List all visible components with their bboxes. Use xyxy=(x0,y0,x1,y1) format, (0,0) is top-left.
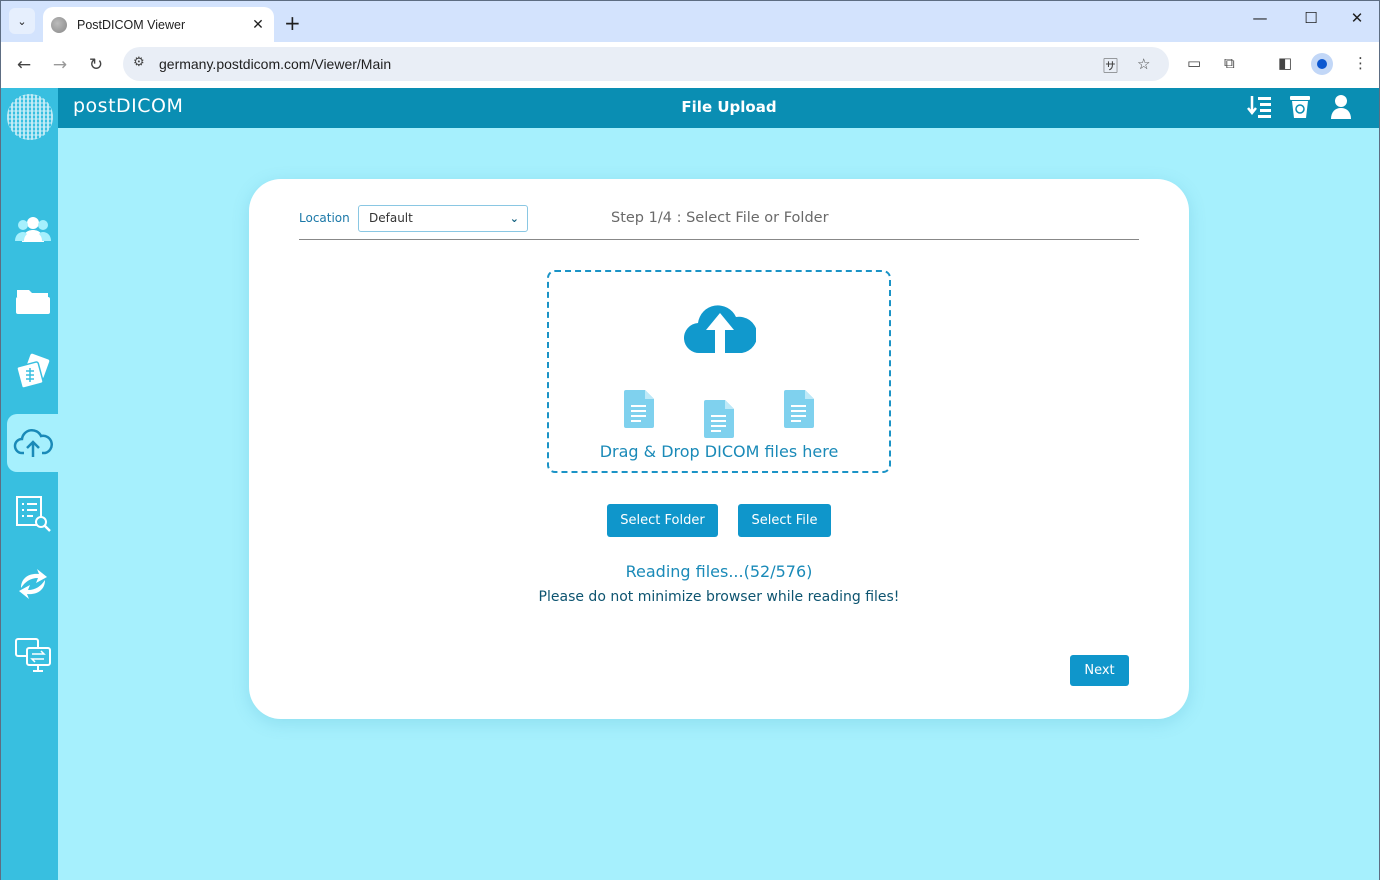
xray-films-icon xyxy=(15,353,49,389)
logo[interactable] xyxy=(1,88,58,144)
sidebar-item-studies[interactable] xyxy=(7,343,58,401)
select-file-button[interactable]: Select File xyxy=(738,504,831,537)
document-icon xyxy=(624,390,654,428)
screens-transfer-icon xyxy=(14,638,51,672)
browser-toolbar: ← → ↻ ⚙ germany.postdicom.com/Viewer/Mai… xyxy=(0,42,1380,88)
browser-tab[interactable]: PostDICOM Viewer ✕ xyxy=(43,7,274,43)
chevron-down-icon: ⌄ xyxy=(17,14,27,28)
sidebar-item-sync[interactable] xyxy=(7,555,58,613)
chevron-down-icon: ⌄ xyxy=(509,212,519,225)
new-tab-button[interactable]: + xyxy=(284,11,301,35)
folder-icon xyxy=(15,290,50,314)
arrow-left-icon: ← xyxy=(16,55,32,75)
arrow-right-icon: → xyxy=(52,55,68,75)
profile-avatar[interactable] xyxy=(1311,53,1333,75)
bookmark-star-icon[interactable]: ☆ xyxy=(1137,55,1150,73)
window-close-button[interactable]: ✕ xyxy=(1342,9,1372,27)
divider xyxy=(299,239,1139,240)
page-title: File Upload xyxy=(681,98,777,116)
url-text[interactable]: germany.postdicom.com/Viewer/Main xyxy=(159,56,391,72)
sidebar-item-upload[interactable] xyxy=(7,414,58,472)
address-bar[interactable]: ⚙ germany.postdicom.com/Viewer/Main 🈂 ☆ xyxy=(123,47,1169,81)
cloud-upload-icon xyxy=(13,429,53,457)
profile-icon xyxy=(1317,59,1327,69)
minimize-button[interactable]: — xyxy=(1245,9,1275,27)
dropzone-text: Drag & Drop DICOM files here xyxy=(599,442,839,461)
sidebar-item-folders[interactable] xyxy=(7,272,58,330)
screenshot-icon[interactable]: ▭ xyxy=(1187,54,1201,72)
recycle-bin-icon[interactable] xyxy=(1289,94,1311,126)
sidebar-item-patients[interactable] xyxy=(7,201,58,259)
back-button[interactable]: ← xyxy=(12,53,36,77)
sidebar xyxy=(1,128,58,880)
user-icon[interactable] xyxy=(1330,94,1352,126)
tab-title: PostDICOM Viewer xyxy=(77,18,186,32)
sidebar-item-transfer[interactable] xyxy=(7,625,58,683)
sidebar-item-search[interactable] xyxy=(7,484,58,542)
app-header: postDICOM File Upload xyxy=(1,88,1379,128)
tab-close-button[interactable]: ✕ xyxy=(248,17,268,33)
select-folder-button[interactable]: Select Folder xyxy=(607,504,718,537)
document-icon xyxy=(704,400,734,438)
globe-logo-icon xyxy=(7,94,53,140)
sync-arrows-icon xyxy=(18,569,47,599)
app: postDICOM File Upload Location Default ⌄… xyxy=(0,88,1380,880)
favicon-icon xyxy=(51,17,67,33)
browser-tabstrip: ⌄ PostDICOM Viewer ✕ + — ☐ ✕ xyxy=(0,0,1380,43)
extensions-icon[interactable]: ⧉ xyxy=(1224,54,1235,72)
reload-icon: ↻ xyxy=(88,55,104,75)
maximize-button[interactable]: ☐ xyxy=(1296,9,1326,27)
list-search-icon xyxy=(15,496,51,532)
location-select[interactable]: Default ⌄ xyxy=(358,205,528,232)
dropzone[interactable]: Drag & Drop DICOM files here xyxy=(547,270,891,473)
next-button[interactable]: Next xyxy=(1070,655,1129,686)
upload-card: Location Default ⌄ Step 1/4 : Select Fil… xyxy=(249,179,1189,719)
document-icon xyxy=(784,390,814,428)
side-panel-icon[interactable]: ◧ xyxy=(1278,54,1292,72)
translate-icon[interactable]: 🈂 xyxy=(1103,55,1118,76)
forward-button[interactable]: → xyxy=(48,53,72,77)
reading-status: Reading files...(52/576) xyxy=(625,562,813,581)
cloud-upload-icon xyxy=(684,305,756,354)
warning-message: Please do not minimize browser while rea… xyxy=(538,589,900,605)
sort-list-icon[interactable] xyxy=(1247,94,1273,126)
reload-button[interactable]: ↻ xyxy=(84,53,108,77)
location-value: Default xyxy=(369,211,413,225)
users-icon xyxy=(14,217,51,242)
more-menu-icon[interactable]: ⋮ xyxy=(1353,54,1368,72)
location-label: Location xyxy=(299,211,350,225)
step-indicator: Step 1/4 : Select File or Folder xyxy=(611,210,829,226)
tab-search-button[interactable]: ⌄ xyxy=(9,8,35,34)
site-settings-icon[interactable]: ⚙ xyxy=(133,55,145,70)
